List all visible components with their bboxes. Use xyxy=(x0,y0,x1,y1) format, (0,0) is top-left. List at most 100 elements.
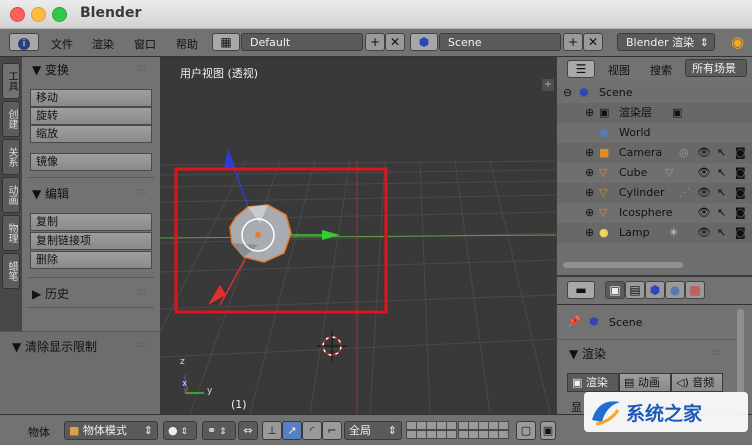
zoom-window-button[interactable] xyxy=(52,7,67,22)
drag-grip-icon[interactable]: :::: xyxy=(137,63,146,73)
pivot-dropdown[interactable]: ⚭ ⇕ xyxy=(202,421,236,440)
clear-limit-header[interactable]: ▼ 清除显示限制 xyxy=(12,338,97,355)
outliner-filter-dropdown[interactable]: 所有场景 xyxy=(685,59,747,77)
render-preview-button[interactable]: ▣ xyxy=(540,421,556,440)
eye-icon[interactable]: 👁 xyxy=(697,143,711,163)
3d-viewport[interactable]: 用户视图 (透视) + z y x (1) xyxy=(160,57,556,414)
object-menu[interactable]: 物体 xyxy=(28,424,50,440)
outliner-editor-type[interactable]: ☰ xyxy=(567,60,595,78)
outliner-row-camera[interactable]: ⊕ ■ Camera ◎ 👁 ↖ ◙ xyxy=(557,143,752,163)
editor-type-button[interactable]: i xyxy=(9,33,39,51)
cursor-select-icon[interactable]: ↖ xyxy=(717,203,726,223)
tab-render-layers-context[interactable]: ▤ xyxy=(625,281,645,299)
orientation-dropdown[interactable]: 全局 ⇕ xyxy=(344,421,402,440)
render-camera-icon[interactable]: ◙ xyxy=(735,203,746,223)
expand-icon[interactable]: ⊕ xyxy=(585,183,594,203)
outliner-horizontal-scrollbar[interactable] xyxy=(563,262,683,268)
eye-icon[interactable]: 👁 xyxy=(697,163,711,183)
audio-button[interactable]: ◁) 音频 xyxy=(671,373,723,392)
tab-scene-context[interactable]: ⬢ xyxy=(645,281,665,299)
tab-relations[interactable]: 关系 xyxy=(2,139,20,175)
drag-grip-icon[interactable]: :::: xyxy=(137,187,146,197)
outliner-search-menu[interactable]: 搜索 xyxy=(650,62,672,78)
drag-grip-icon[interactable]: :::: xyxy=(712,348,721,358)
cursor-select-icon[interactable]: ↖ xyxy=(717,223,726,243)
minimize-window-button[interactable] xyxy=(31,7,46,22)
tab-tools[interactable]: 工具 xyxy=(2,63,20,99)
render-camera-icon[interactable]: ◙ xyxy=(735,223,746,243)
expand-icon[interactable]: ⊕ xyxy=(585,103,594,123)
scene-field[interactable]: Scene xyxy=(439,33,561,51)
lock-layers-button[interactable]: ▢ xyxy=(516,421,536,440)
expand-region-icon[interactable]: + xyxy=(542,79,554,91)
properties-editor-type[interactable]: ▬ xyxy=(567,281,595,299)
render-camera-icon[interactable]: ◙ xyxy=(735,183,746,203)
menu-help[interactable]: 帮助 xyxy=(176,36,198,52)
move-manipulator-button[interactable]: ↗ xyxy=(282,421,302,440)
eye-icon[interactable]: 👁 xyxy=(697,223,711,243)
outliner-view-menu[interactable]: 视图 xyxy=(608,62,630,78)
snap-element-button[interactable]: ⇔ xyxy=(238,421,258,440)
tab-grease-pencil[interactable]: 蜡笔 xyxy=(2,253,20,289)
expand-icon[interactable]: ⊕ xyxy=(585,163,594,183)
screen-layout-selector[interactable]: ▦ xyxy=(212,33,240,51)
layer-buttons[interactable] xyxy=(406,421,510,440)
shading-dropdown[interactable]: ● ⇕ xyxy=(163,421,197,440)
eye-icon[interactable]: 👁 xyxy=(697,183,711,203)
move-button[interactable]: 移动 xyxy=(30,89,152,107)
animation-button[interactable]: ▤ 动画 xyxy=(619,373,671,392)
outliner-row-cylinder[interactable]: ⊕ ▽ Cylinder ⋰ 👁 ↖ ◙ xyxy=(557,183,752,203)
screen-layout-field[interactable]: Default xyxy=(241,33,363,51)
cursor-select-icon[interactable]: ↖ xyxy=(717,163,726,183)
menu-window[interactable]: 窗口 xyxy=(134,36,156,52)
3d-cursor-icon[interactable] xyxy=(317,331,347,361)
tab-texture-context[interactable]: ▩ xyxy=(685,281,705,299)
rotate-button[interactable]: 旋转 xyxy=(30,107,152,125)
expand-icon[interactable]: ⊕ xyxy=(585,203,594,223)
drag-grip-icon[interactable]: :::: xyxy=(137,340,146,350)
scene-selector[interactable]: ⬢ xyxy=(410,33,438,51)
duplicate-linked-button[interactable]: 复制链接项 xyxy=(30,232,152,250)
duplicate-button[interactable]: 复制 xyxy=(30,213,152,231)
mode-dropdown[interactable]: ■ 物体模式 ⇕ xyxy=(64,421,158,440)
add-layout-button[interactable]: + xyxy=(365,33,385,51)
pin-icon[interactable]: 📌 xyxy=(567,315,581,328)
outliner-row-render-layers[interactable]: ⊕ ▣ 渲染层 ▣ xyxy=(557,103,752,123)
cursor-select-icon[interactable]: ↖ xyxy=(717,183,726,203)
outliner-row-icosphere[interactable]: ⊕ ▽ Icosphere 👁 ↖ ◙ xyxy=(557,203,752,223)
scale-button[interactable]: 缩放 xyxy=(30,125,152,143)
menu-file[interactable]: 文件 xyxy=(51,36,73,52)
delete-layout-button[interactable]: ✕ xyxy=(385,33,405,51)
translate-manipulator-button[interactable]: ⊥ xyxy=(262,421,282,440)
tab-animation[interactable]: 动画 xyxy=(2,177,20,213)
mirror-button[interactable]: 镜像 xyxy=(30,153,152,171)
tab-render-context[interactable]: ▣ xyxy=(605,281,625,299)
outliner-row-cube[interactable]: ⊕ ▽ Cube ▽ 👁 ↖ ◙ xyxy=(557,163,752,183)
delete-scene-button[interactable]: ✕ xyxy=(583,33,603,51)
x-gizmo-arrow[interactable] xyxy=(208,285,226,305)
close-window-button[interactable] xyxy=(10,7,25,22)
eye-icon[interactable]: 👁 xyxy=(697,203,711,223)
render-button[interactable]: ▣ 渲染 xyxy=(567,373,619,392)
render-panel-header[interactable]: ▼ 渲染 xyxy=(569,345,606,362)
drag-grip-icon[interactable]: :::: xyxy=(137,287,146,297)
history-panel-header[interactable]: ▶ 历史 xyxy=(32,285,69,302)
delete-button[interactable]: 删除 xyxy=(30,251,152,269)
cursor-select-icon[interactable]: ↖ xyxy=(717,143,726,163)
transform-panel-header[interactable]: ▼ 变换 xyxy=(32,61,69,78)
render-camera-icon[interactable]: ◙ xyxy=(735,163,746,183)
z-gizmo-arrow[interactable] xyxy=(224,149,236,169)
render-camera-icon[interactable]: ◙ xyxy=(735,143,746,163)
add-scene-button[interactable]: + xyxy=(563,33,583,51)
scale-manipulator-button[interactable]: ⌐ xyxy=(322,421,342,440)
rotate-manipulator-button[interactable]: ◜ xyxy=(302,421,322,440)
outliner-row-scene[interactable]: ⊖ ⬢ Scene xyxy=(557,83,752,103)
outliner-row-world[interactable]: ● World xyxy=(557,123,752,143)
tab-world-context[interactable]: ● xyxy=(665,281,685,299)
tab-physics[interactable]: 物理 xyxy=(2,215,20,251)
collapse-icon[interactable]: ⊖ xyxy=(563,83,572,103)
expand-icon[interactable]: ⊕ xyxy=(585,143,594,163)
render-engine-dropdown[interactable]: Blender 渲染 ⇕ xyxy=(617,33,715,51)
outliner-row-lamp[interactable]: ⊕ ● Lamp ✳ 👁 ↖ ◙ xyxy=(557,223,752,243)
expand-icon[interactable]: ⊕ xyxy=(585,223,594,243)
